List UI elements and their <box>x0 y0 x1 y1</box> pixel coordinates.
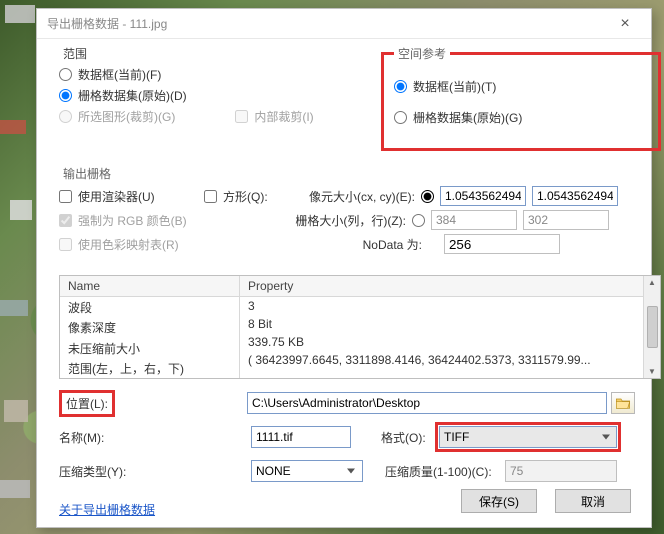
location-label: 位置(L): <box>59 390 115 417</box>
internal-clip-label: 内部裁剪(I) <box>254 108 313 125</box>
sref-rasterdataset-radio[interactable] <box>394 111 407 124</box>
extent-fieldset: 范围 数据框(当前)(F) 栅格数据集(原始)(D) 所选图形(裁剪)(G) 内… <box>59 45 381 155</box>
sref-rasterdataset-label[interactable]: 栅格数据集(原始)(G) <box>413 109 522 126</box>
table-row: 波段 <box>60 297 239 317</box>
raster-size-cols-input <box>431 210 517 230</box>
col-header-name[interactable]: Name <box>60 276 239 297</box>
export-raster-dialog: 导出栅格数据 - 111.jpg × 范围 数据框(当前)(F) 栅格数据集(原… <box>36 8 652 528</box>
format-select[interactable]: TIFF <box>439 426 617 448</box>
scroll-thumb[interactable] <box>647 306 658 348</box>
extent-rasterdataset-radio[interactable] <box>59 89 72 102</box>
spatial-ref-legend: 空间参考 <box>394 45 450 62</box>
force-rgb-checkbox <box>59 214 72 227</box>
property-table: Name 波段 像素深度 未压缩前大小 范围(左，上，右，下) Property… <box>59 275 661 379</box>
table-row: ( 36423997.6645, 3311898.4146, 36424402.… <box>240 351 643 369</box>
compression-type-label: 压缩类型(Y): <box>59 463 149 480</box>
close-icon[interactable]: × <box>605 15 645 33</box>
output-raster-legend: 输出栅格 <box>59 165 115 182</box>
name-input[interactable] <box>251 426 351 448</box>
extent-rasterdataset-label[interactable]: 栅格数据集(原始)(D) <box>78 87 187 104</box>
nodata-input[interactable] <box>444 234 560 254</box>
col-header-property[interactable]: Property <box>240 276 643 297</box>
raster-size-rows-input <box>523 210 609 230</box>
sref-dataframe-radio[interactable] <box>394 80 407 93</box>
raster-size-label: 栅格大小(列，行)(Z): <box>284 212 406 229</box>
table-row: 339.75 KB <box>240 333 643 351</box>
scroll-up-icon[interactable]: ▲ <box>648 278 656 287</box>
extent-dataframe-radio[interactable] <box>59 68 72 81</box>
square-label[interactable]: 方形(Q): <box>223 188 291 205</box>
spatial-ref-fieldset: 空间参考 数据框(当前)(T) 栅格数据集(原始)(G) <box>381 45 661 151</box>
output-raster-fieldset: 输出栅格 使用渲染器(U) 方形(Q): 像元大小(cx, cy)(E): 强制… <box>59 165 661 267</box>
location-input[interactable] <box>247 392 607 414</box>
force-rgb-label: 强制为 RGB 颜色(B) <box>78 212 278 229</box>
pixel-size-radio[interactable] <box>421 190 434 203</box>
button-bar: 保存(S) 取消 <box>461 489 631 513</box>
folder-icon <box>615 396 631 410</box>
use-renderer-label[interactable]: 使用渲染器(U) <box>78 188 198 205</box>
nodata-label: NoData 为: <box>344 236 422 253</box>
browse-folder-button[interactable] <box>611 392 635 414</box>
extent-selected-graphics-radio <box>59 110 72 123</box>
save-button[interactable]: 保存(S) <box>461 489 537 513</box>
about-export-link[interactable]: 关于导出栅格数据 <box>59 501 155 518</box>
format-select-wrap: TIFF <box>435 422 621 452</box>
sref-dataframe-label[interactable]: 数据框(当前)(T) <box>413 78 496 95</box>
pixel-size-cy-input[interactable] <box>532 186 618 206</box>
table-row: 未压缩前大小 <box>60 338 239 358</box>
compression-quality-label: 压缩质量(1-100)(C): <box>385 463 505 480</box>
extent-legend: 范围 <box>59 45 91 62</box>
compression-select-wrap: NONE <box>251 460 363 482</box>
table-row: 范围(左，上，右，下) <box>60 358 239 378</box>
scroll-down-icon[interactable]: ▼ <box>648 367 656 376</box>
name-label: 名称(M): <box>59 429 139 446</box>
titlebar: 导出栅格数据 - 111.jpg × <box>37 9 651 39</box>
extent-dataframe-label[interactable]: 数据框(当前)(F) <box>78 66 161 83</box>
table-row: 像素深度 <box>60 317 239 337</box>
raster-size-radio[interactable] <box>412 214 425 227</box>
compression-quality-input <box>505 460 617 482</box>
format-label: 格式(O): <box>381 429 435 446</box>
table-row: 3 <box>240 297 643 315</box>
table-scrollbar[interactable]: ▲ ▼ <box>643 276 660 378</box>
compression-type-select[interactable]: NONE <box>251 460 363 482</box>
use-renderer-checkbox[interactable] <box>59 190 72 203</box>
window-title: 导出栅格数据 - 111.jpg <box>47 15 605 32</box>
internal-clip-checkbox <box>235 110 248 123</box>
square-checkbox[interactable] <box>204 190 217 203</box>
extent-selected-graphics-label: 所选图形(裁剪)(G) <box>78 108 175 125</box>
use-colormap-label: 使用色彩映射表(R) <box>78 236 338 253</box>
dialog-content: 范围 数据框(当前)(F) 栅格数据集(原始)(D) 所选图形(裁剪)(G) 内… <box>37 39 651 527</box>
use-colormap-checkbox <box>59 238 72 251</box>
pixel-size-cx-input[interactable] <box>440 186 526 206</box>
cancel-button[interactable]: 取消 <box>555 489 631 513</box>
pixel-size-label: 像元大小(cx, cy)(E): <box>297 188 415 205</box>
table-row: 8 Bit <box>240 315 643 333</box>
